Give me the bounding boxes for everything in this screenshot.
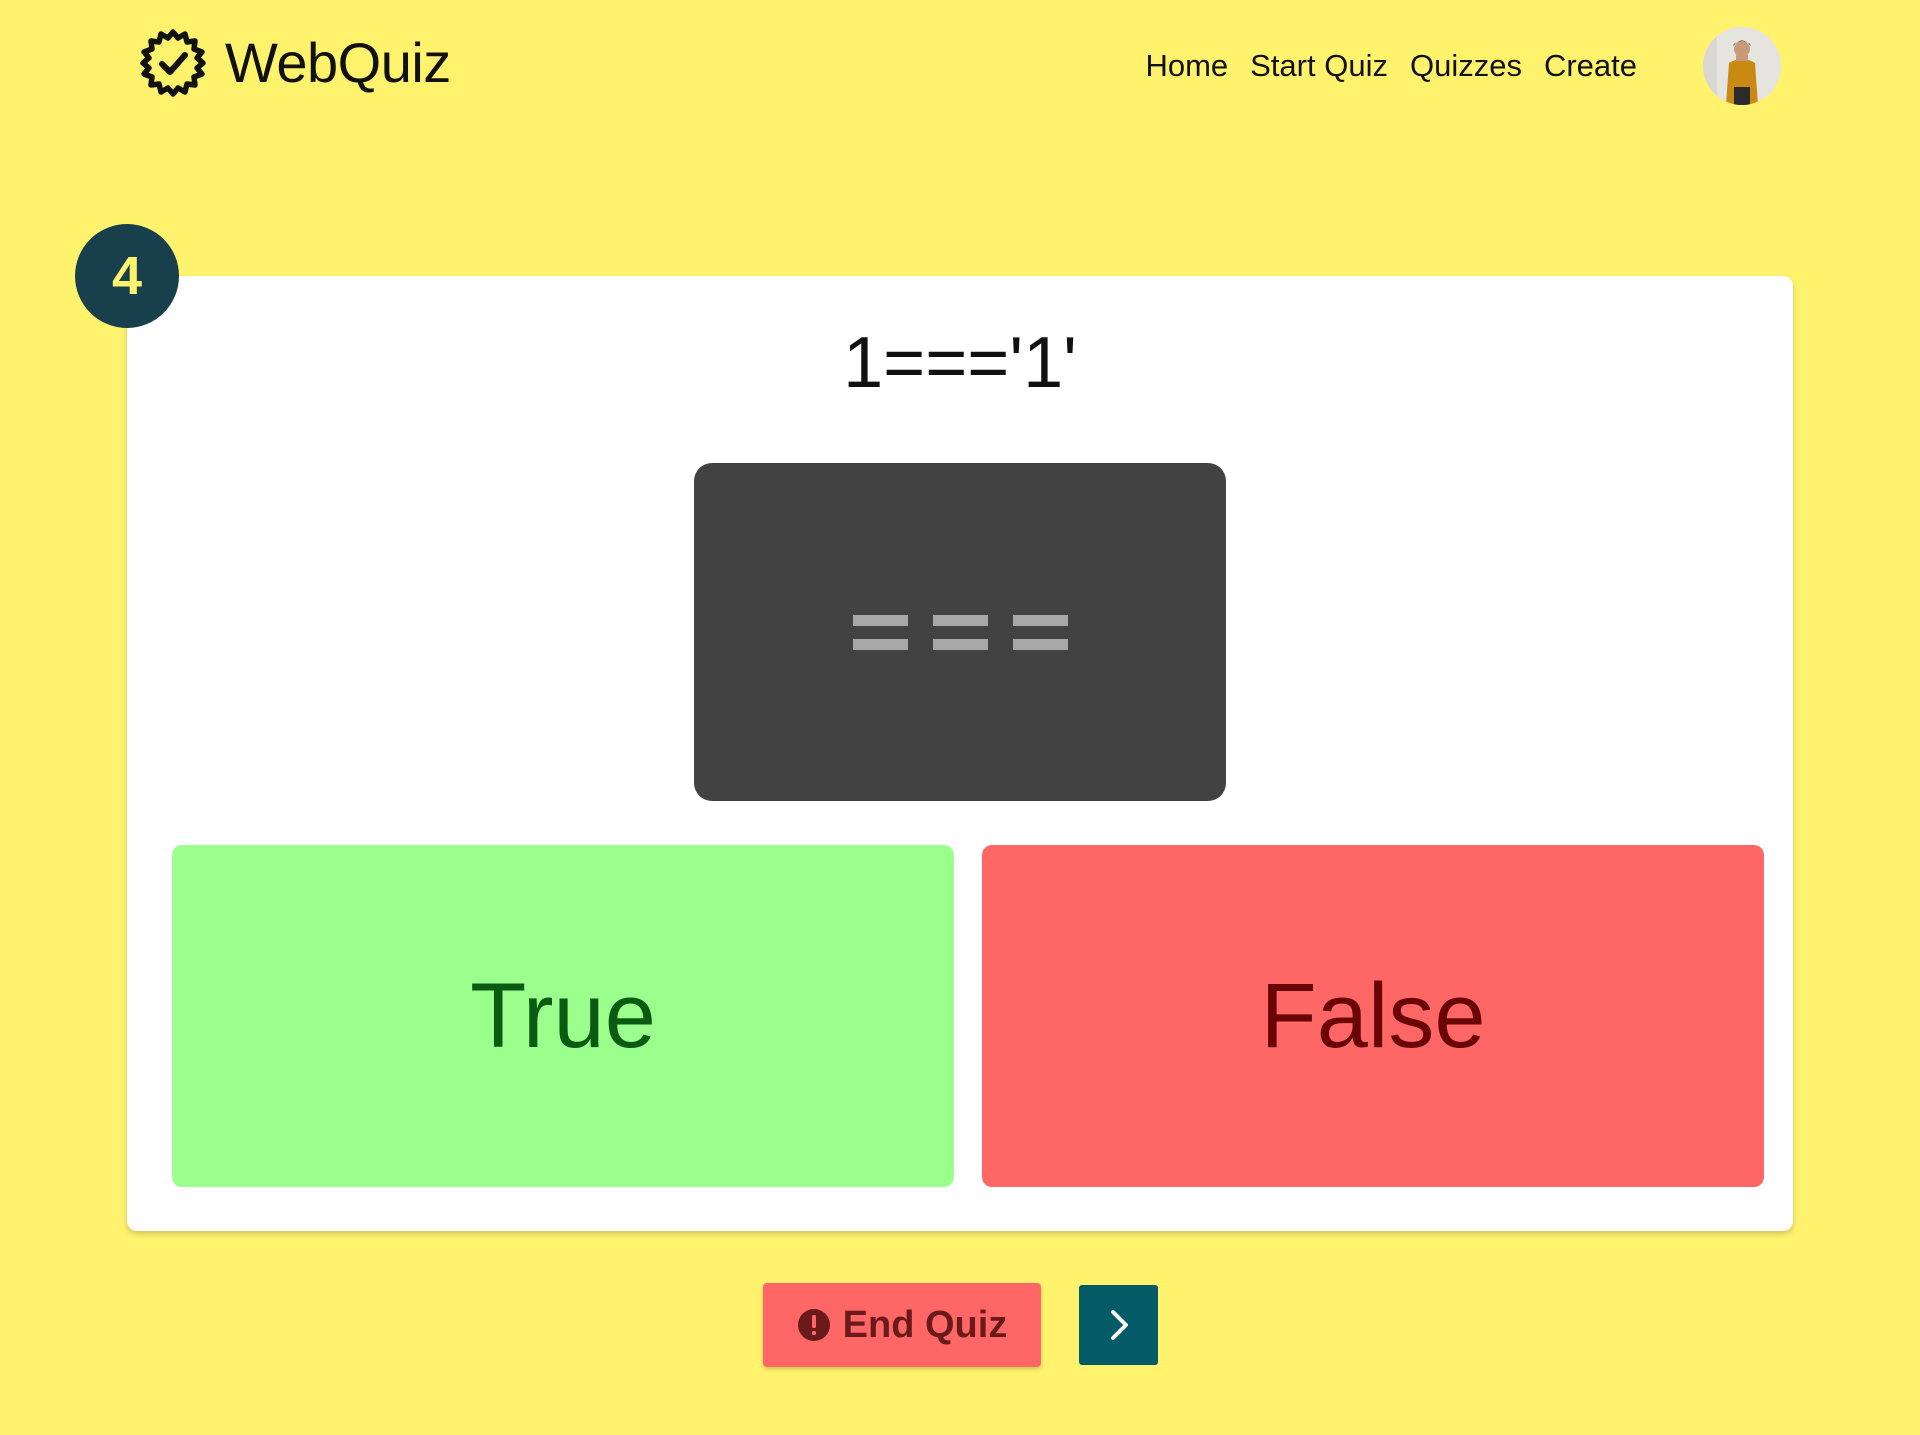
end-quiz-button[interactable]: End Quiz: [763, 1283, 1041, 1367]
gear-check-logo-icon: [140, 29, 206, 97]
end-quiz-label: End Quiz: [842, 1303, 1008, 1346]
avatar-person-icon: [1703, 27, 1781, 105]
chevron-right-icon: [1110, 1310, 1128, 1340]
user-avatar[interactable]: [1703, 27, 1781, 105]
nav-home[interactable]: Home: [1145, 46, 1228, 86]
main-nav: Home Start Quiz Quizzes Create: [1145, 46, 1637, 86]
nav-start-quiz[interactable]: Start Quiz: [1250, 46, 1388, 86]
site-header: WebQuiz Home Start Quiz Quizzes Create: [0, 0, 1920, 134]
alert-circle-icon: [797, 1309, 830, 1341]
answer-false-button[interactable]: False: [982, 845, 1764, 1187]
equals-image-icon: [852, 614, 1068, 650]
equals-glyph: [932, 614, 988, 650]
question-number-badge: 4: [75, 224, 179, 328]
question-image: [694, 463, 1226, 801]
brand-link[interactable]: WebQuiz: [137, 27, 451, 99]
nav-create[interactable]: Create: [1544, 46, 1637, 86]
answer-true-button[interactable]: True: [172, 845, 954, 1187]
question-card: 1==='1' True False: [127, 276, 1793, 1231]
question-text: 1==='1': [843, 323, 1077, 403]
next-question-button[interactable]: [1079, 1285, 1158, 1365]
equals-glyph: [1012, 614, 1068, 650]
equals-glyph: [852, 614, 908, 650]
brand-name: WebQuiz: [225, 31, 451, 94]
nav-quizzes[interactable]: Quizzes: [1410, 46, 1522, 86]
